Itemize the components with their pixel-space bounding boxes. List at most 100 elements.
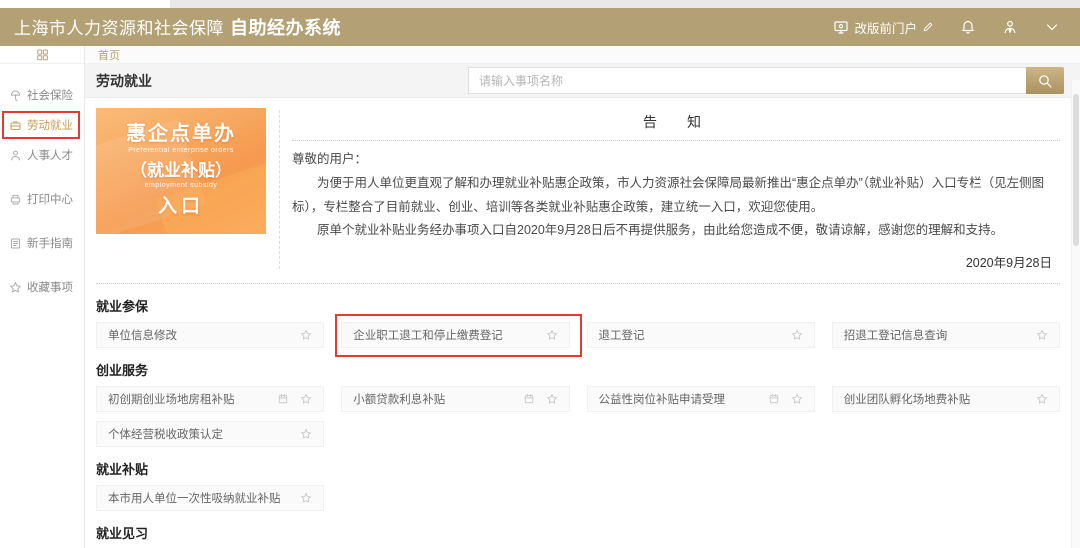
- window-top-strip: [0, 0, 1080, 8]
- search-input[interactable]: [468, 67, 1026, 94]
- app-frame: 社会保险 劳动就业 人事人才 打印中心 新手指南 收藏事项 首页 劳动就业 请输…: [0, 46, 1080, 548]
- favorite-star-icon[interactable]: [546, 393, 558, 405]
- app-title-prefix: 上海市人力资源和社会保障: [14, 19, 224, 38]
- sidebar-item-label: 社会保险: [27, 90, 73, 102]
- service-card-label: 单位信息修改: [108, 330, 177, 342]
- service-section: 就业参保 单位信息修改 企业职工退工和停止缴费登记 退工登记 招退工登记信息查询: [96, 296, 1060, 357]
- old-portal-label: 改版前门户: [854, 21, 917, 36]
- subsidy-entry-banner[interactable]: 惠企点单办 Preferential enterprise orders （就业…: [96, 108, 266, 234]
- search-bar: [468, 67, 1064, 94]
- notice-title: 告 知: [643, 114, 709, 130]
- old-portal-link[interactable]: 改版前门户: [833, 18, 934, 37]
- service-card[interactable]: 本市用人单位一次性吸纳就业补贴: [96, 485, 325, 511]
- breadcrumb: 首页: [85, 46, 1080, 64]
- monitor-icon: [833, 19, 849, 35]
- person-icon: [9, 149, 22, 162]
- user-icon[interactable]: [1002, 19, 1018, 35]
- service-card[interactable]: 创业团队孵化场地费补贴: [831, 386, 1060, 412]
- favorite-star-icon[interactable]: [791, 329, 803, 341]
- section-grid: 单位信息修改 企业职工退工和停止缴费登记 退工登记 招退工登记信息查询: [96, 314, 1060, 357]
- sidebar-item-label: 新手指南: [27, 238, 73, 250]
- sidebar-item-label: 打印中心: [27, 194, 73, 206]
- sidebar-item-person[interactable]: 人事人才: [0, 140, 84, 170]
- breadcrumb-home[interactable]: 首页: [98, 47, 120, 63]
- notice-paragraph-1: 为便于用人单位更直观了解和办理就业补贴惠企政策，市人力资源社会保障局最新推出“惠…: [292, 175, 1045, 214]
- service-card[interactable]: 单位信息修改: [96, 322, 325, 348]
- notice-greeting: 尊敬的用户：: [292, 152, 368, 166]
- section-title: 就业补贴: [96, 462, 149, 477]
- service-section: 就业见习 用人单位申请成为就业见习基地 试运行就业见习基地转正申请 就业见习基地…: [96, 523, 1060, 548]
- sidebar-menu: 社会保险 劳动就业 人事人才 打印中心 新手指南 收藏事项: [0, 64, 84, 302]
- sidebar: 社会保险 劳动就业 人事人才 打印中心 新手指南 收藏事项: [0, 46, 85, 548]
- banner-subtitle: （就业补贴）: [130, 161, 232, 180]
- header-actions: 改版前门户: [833, 18, 1066, 37]
- favorite-star-icon[interactable]: [1036, 393, 1048, 405]
- vertical-divider: [279, 110, 280, 269]
- star-icon: [9, 281, 22, 294]
- sidebar-item-insurance[interactable]: 社会保险: [0, 80, 84, 110]
- favorite-star-icon[interactable]: [300, 428, 312, 440]
- notice-date: 2020年9月28日: [965, 256, 1052, 270]
- favorite-star-icon[interactable]: [300, 492, 312, 504]
- notice-paragraph-2: 原单个就业补贴业务经办事项入口自2020年9月28日后不再提供服务，由此给您造成…: [317, 223, 1004, 238]
- service-card-label: 公益性岗位补贴申请受理: [598, 394, 726, 406]
- page-header: 劳动就业: [85, 64, 1080, 98]
- section-title: 就业参保: [96, 299, 149, 314]
- notice-separator: [292, 140, 1060, 141]
- sidebar-apps-button[interactable]: [0, 46, 84, 64]
- app-header: 上海市人力资源和社会保障 自助经办系统 改版前门户: [0, 8, 1080, 46]
- service-card-label: 初创期创业场地房租补贴: [108, 394, 235, 406]
- calendar-icon: [523, 393, 535, 405]
- notice-body: 告 知 尊敬的用户： 为便于用人单位更直观了解和办理就业补贴惠企政策，市人力资源…: [292, 108, 1060, 271]
- service-card-label: 小额贷款利息补贴: [353, 394, 446, 406]
- service-card-label: 企业职工退工和停止缴费登记: [353, 330, 503, 342]
- service-card[interactable]: 小额贷款利息补贴: [341, 386, 570, 412]
- sidebar-item-briefcase[interactable]: 劳动就业: [0, 110, 84, 140]
- service-card[interactable]: 公益性岗位补贴申请受理: [586, 386, 815, 412]
- chevron-down-icon[interactable]: [1044, 19, 1060, 35]
- service-card[interactable]: 初创期创业场地房租补贴: [96, 386, 325, 412]
- sidebar-item-star[interactable]: 收藏事项: [0, 272, 84, 302]
- notice-panel: 惠企点单办 Preferential enterprise orders （就业…: [96, 108, 1060, 284]
- service-section: 就业补贴 本市用人单位一次性吸纳就业补贴: [96, 459, 1060, 511]
- service-card-label: 退工登记: [598, 330, 645, 342]
- briefcase-icon: [9, 119, 22, 132]
- bell-icon[interactable]: [960, 19, 976, 35]
- section-title: 创业服务: [96, 363, 149, 378]
- scrollbar-thumb[interactable]: [1073, 94, 1079, 246]
- apps-grid-icon: [36, 48, 49, 61]
- service-card[interactable]: 个体经营税收政策认定: [96, 421, 325, 447]
- service-section: 创业服务 初创期创业场地房租补贴 小额贷款利息补贴 公益性岗位补贴申请受理 创业…: [96, 360, 1060, 447]
- section-grid: 本市用人单位一次性吸纳就业补贴: [96, 485, 1060, 511]
- banner-title: 惠企点单办: [126, 123, 236, 145]
- favorite-star-icon[interactable]: [300, 329, 312, 341]
- favorite-star-icon[interactable]: [791, 393, 803, 405]
- search-button[interactable]: [1026, 67, 1064, 94]
- sidebar-item-label: 人事人才: [27, 150, 73, 162]
- service-card-label: 招退工登记信息查询: [843, 330, 948, 342]
- sections: 就业参保 单位信息修改 企业职工退工和停止缴费登记 退工登记 招退工登记信息查询…: [96, 296, 1060, 548]
- section-title: 就业见习: [96, 526, 149, 541]
- pencil-icon: [922, 21, 934, 33]
- sidebar-item-guide[interactable]: 新手指南: [0, 228, 84, 258]
- favorite-star-icon[interactable]: [546, 329, 558, 341]
- printer-icon: [9, 193, 22, 206]
- service-card[interactable]: 招退工登记信息查询: [831, 322, 1060, 348]
- service-card-label: 个体经营税收政策认定: [108, 429, 223, 441]
- scrollbar-track[interactable]: [1071, 80, 1080, 548]
- calendar-icon: [768, 393, 780, 405]
- calendar-icon: [277, 393, 289, 405]
- banner-subtitle-en: employment subsidy: [144, 182, 218, 189]
- sidebar-item-label: 劳动就业: [27, 120, 73, 132]
- sidebar-item-label: 收藏事项: [27, 282, 73, 294]
- section-grid: 初创期创业场地房租补贴 小额贷款利息补贴 公益性岗位补贴申请受理 创业团队孵化场…: [96, 386, 1060, 447]
- service-card-label: 创业团队孵化场地费补贴: [843, 394, 971, 406]
- sidebar-item-printer[interactable]: 打印中心: [0, 184, 84, 214]
- insurance-icon: [9, 89, 22, 102]
- favorite-star-icon[interactable]: [1036, 329, 1048, 341]
- service-card[interactable]: 企业职工退工和停止缴费登记: [335, 314, 582, 357]
- guide-icon: [9, 237, 22, 250]
- service-card[interactable]: 退工登记: [586, 322, 815, 348]
- page-content: 惠企点单办 Preferential enterprise orders （就业…: [85, 98, 1080, 548]
- favorite-star-icon[interactable]: [300, 393, 312, 405]
